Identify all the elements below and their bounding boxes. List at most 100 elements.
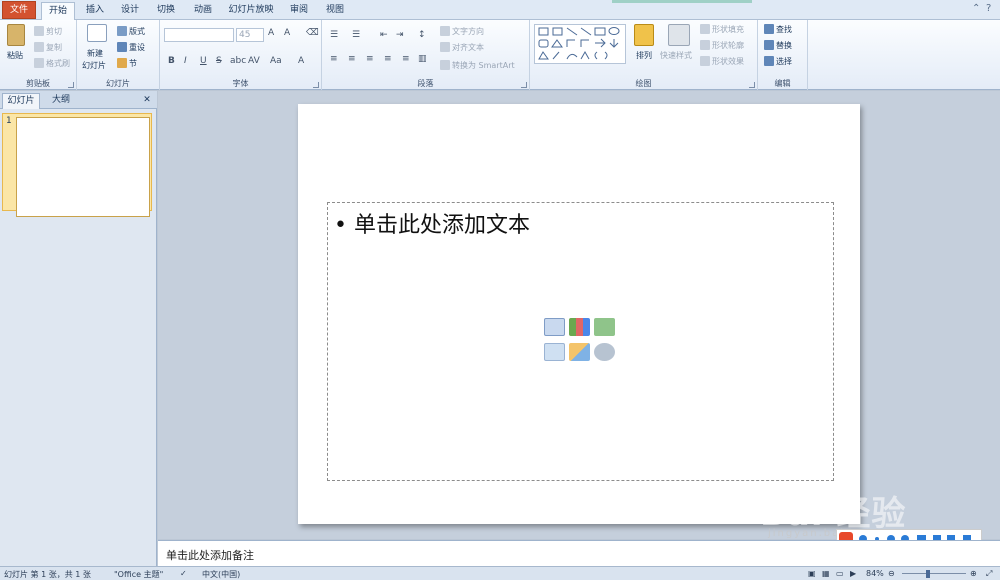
shape-effects-button[interactable]: 形状效果 <box>700 56 744 67</box>
align-text-button[interactable]: 对齐文本 <box>440 42 484 53</box>
decrease-indent-icon[interactable]: ⇤ <box>380 30 388 40</box>
insert-picture-icon[interactable] <box>544 343 565 361</box>
paragraph-launcher-icon[interactable] <box>521 82 527 88</box>
zoom-level[interactable]: 84% <box>866 569 884 578</box>
notes-placeholder[interactable]: 单击此处添加备注 <box>166 547 254 563</box>
convert-smartart-button[interactable]: 转换为 SmartArt <box>440 60 515 71</box>
close-pane-icon[interactable]: ✕ <box>140 93 154 109</box>
tab-insert[interactable]: 插入 <box>80 2 110 20</box>
insert-clipart-icon[interactable] <box>569 343 590 361</box>
slide-thumbnail[interactable] <box>16 117 150 217</box>
text-direction-button[interactable]: 文字方向 <box>440 26 484 37</box>
shape-fill-button[interactable]: 形状填充 <box>700 24 744 35</box>
tab-animations[interactable]: 动画 <box>188 2 218 20</box>
shape-outline-button[interactable]: 形状轮廓 <box>700 40 744 51</box>
quick-styles-button[interactable]: 快速样式 <box>660 50 692 61</box>
select-button[interactable]: 选择 <box>764 56 792 67</box>
cut-button[interactable]: 剪切 <box>34 26 62 37</box>
copy-label: 复制 <box>46 43 62 52</box>
format-painter-button[interactable]: 格式刷 <box>34 58 70 69</box>
zoom-slider-thumb[interactable] <box>926 570 930 578</box>
insert-table-icon[interactable] <box>544 318 565 336</box>
brush-icon <box>34 58 44 68</box>
reading-view-icon[interactable]: ▭ <box>836 569 844 578</box>
tab-review[interactable]: 审阅 <box>284 2 314 20</box>
slide-canvas[interactable]: • 单击此处添加文本 <box>298 104 860 524</box>
font-color-button[interactable]: A <box>298 56 304 66</box>
clear-format-icon[interactable]: ⌫ <box>306 28 319 38</box>
tab-slideshow[interactable]: 幻灯片放映 <box>225 2 277 20</box>
columns-icon[interactable]: ▥ <box>418 54 427 64</box>
align-right-icon[interactable]: ≡ <box>366 54 374 64</box>
line-spacing-icon[interactable]: ↕ <box>418 30 426 40</box>
tab-home[interactable]: 开始 <box>41 2 75 21</box>
theme-status[interactable]: "Office 主题" <box>114 569 163 580</box>
replace-button[interactable]: 替换 <box>764 40 792 51</box>
paste-button[interactable]: 粘贴 <box>7 50 23 61</box>
shape-outline-label: 形状轮廓 <box>712 41 744 50</box>
copy-button[interactable]: 复制 <box>34 42 62 53</box>
drawing-launcher-icon[interactable] <box>749 82 755 88</box>
find-button[interactable]: 查找 <box>764 24 792 35</box>
change-case-button[interactable]: Aa <box>270 56 282 66</box>
font-launcher-icon[interactable] <box>313 82 319 88</box>
increase-indent-icon[interactable]: ⇥ <box>396 30 404 40</box>
section-icon <box>117 58 127 68</box>
paragraph-group-label: 段落 <box>417 79 434 88</box>
new-slide-label-2[interactable]: 幻灯片 <box>82 60 106 71</box>
strikethrough-button[interactable]: S <box>216 56 222 66</box>
tab-file[interactable]: 文件 <box>2 1 36 19</box>
new-slide-label-1[interactable]: 新建 <box>87 48 103 59</box>
align-center-icon[interactable]: ≡ <box>348 54 356 64</box>
distribute-icon[interactable]: ≡ <box>402 54 410 64</box>
zoom-in-icon[interactable]: ⊕ <box>970 569 977 578</box>
grow-font-icon[interactable]: A <box>268 28 274 38</box>
bold-button[interactable]: B <box>168 56 175 66</box>
insert-media-icon[interactable] <box>594 343 615 361</box>
insert-chart-icon[interactable] <box>569 318 590 336</box>
tab-outline-pane[interactable]: 大纲 <box>44 93 78 109</box>
shadow-button[interactable]: abc <box>230 56 246 66</box>
normal-view-icon[interactable]: ▣ <box>808 569 816 578</box>
numbering-icon[interactable]: ☰ <box>352 30 360 40</box>
tab-design[interactable]: 设计 <box>115 2 145 20</box>
font-name-combo[interactable] <box>164 28 234 42</box>
shrink-font-icon[interactable]: A <box>284 28 290 38</box>
minimize-ribbon-icon[interactable]: ⌃ <box>972 3 980 14</box>
tab-transitions[interactable]: 切换 <box>151 2 181 20</box>
reset-button[interactable]: 重设 <box>117 42 145 53</box>
help-icon[interactable]: ? <box>986 3 991 14</box>
tab-view[interactable]: 视图 <box>320 2 350 20</box>
spell-check-icon[interactable]: ✓ <box>180 569 187 578</box>
underline-button[interactable]: U <box>200 56 207 66</box>
copy-icon <box>34 42 44 52</box>
slide-thumbnail-selected[interactable]: 1 <box>2 113 152 217</box>
insert-content-icons <box>544 318 618 366</box>
arrange-button[interactable]: 排列 <box>636 50 652 61</box>
ribbon: 粘贴 剪切 复制 格式刷 剪贴板 新建 幻灯片 版式 重设 节 幻灯片 45 A… <box>0 20 1000 90</box>
font-size-combo[interactable]: 45 <box>236 28 264 42</box>
char-spacing-button[interactable]: AV <box>248 56 260 66</box>
placeholder-text[interactable]: • 单击此处添加文本 <box>334 207 530 239</box>
slide-sorter-icon[interactable]: ▦ <box>822 569 830 578</box>
language-status[interactable]: 中文(中国) <box>202 569 240 580</box>
bullets-icon[interactable]: ☰ <box>330 30 338 40</box>
clipboard-launcher-icon[interactable] <box>68 82 74 88</box>
zoom-out-icon[interactable]: ⊖ <box>888 569 895 578</box>
layout-label: 版式 <box>129 27 145 36</box>
justify-icon[interactable]: ≡ <box>384 54 392 64</box>
align-left-icon[interactable]: ≡ <box>330 54 338 64</box>
cursor-icon <box>764 56 774 66</box>
replace-icon <box>764 40 774 50</box>
insert-smartart-icon[interactable] <box>594 318 615 336</box>
layout-button[interactable]: 版式 <box>117 26 145 37</box>
slideshow-view-icon[interactable]: ▶ <box>850 569 856 578</box>
fit-to-window-icon[interactable]: ⤢ <box>986 569 992 579</box>
section-button[interactable]: 节 <box>117 58 137 69</box>
zoom-slider[interactable] <box>902 573 966 574</box>
notes-pane[interactable]: 单击此处添加备注 <box>158 540 1000 566</box>
italic-button[interactable]: I <box>184 56 187 66</box>
content-placeholder[interactable]: • 单击此处添加文本 <box>327 202 834 481</box>
tab-slides-pane[interactable]: 幻灯片 <box>2 93 40 109</box>
shapes-gallery[interactable] <box>534 24 626 64</box>
